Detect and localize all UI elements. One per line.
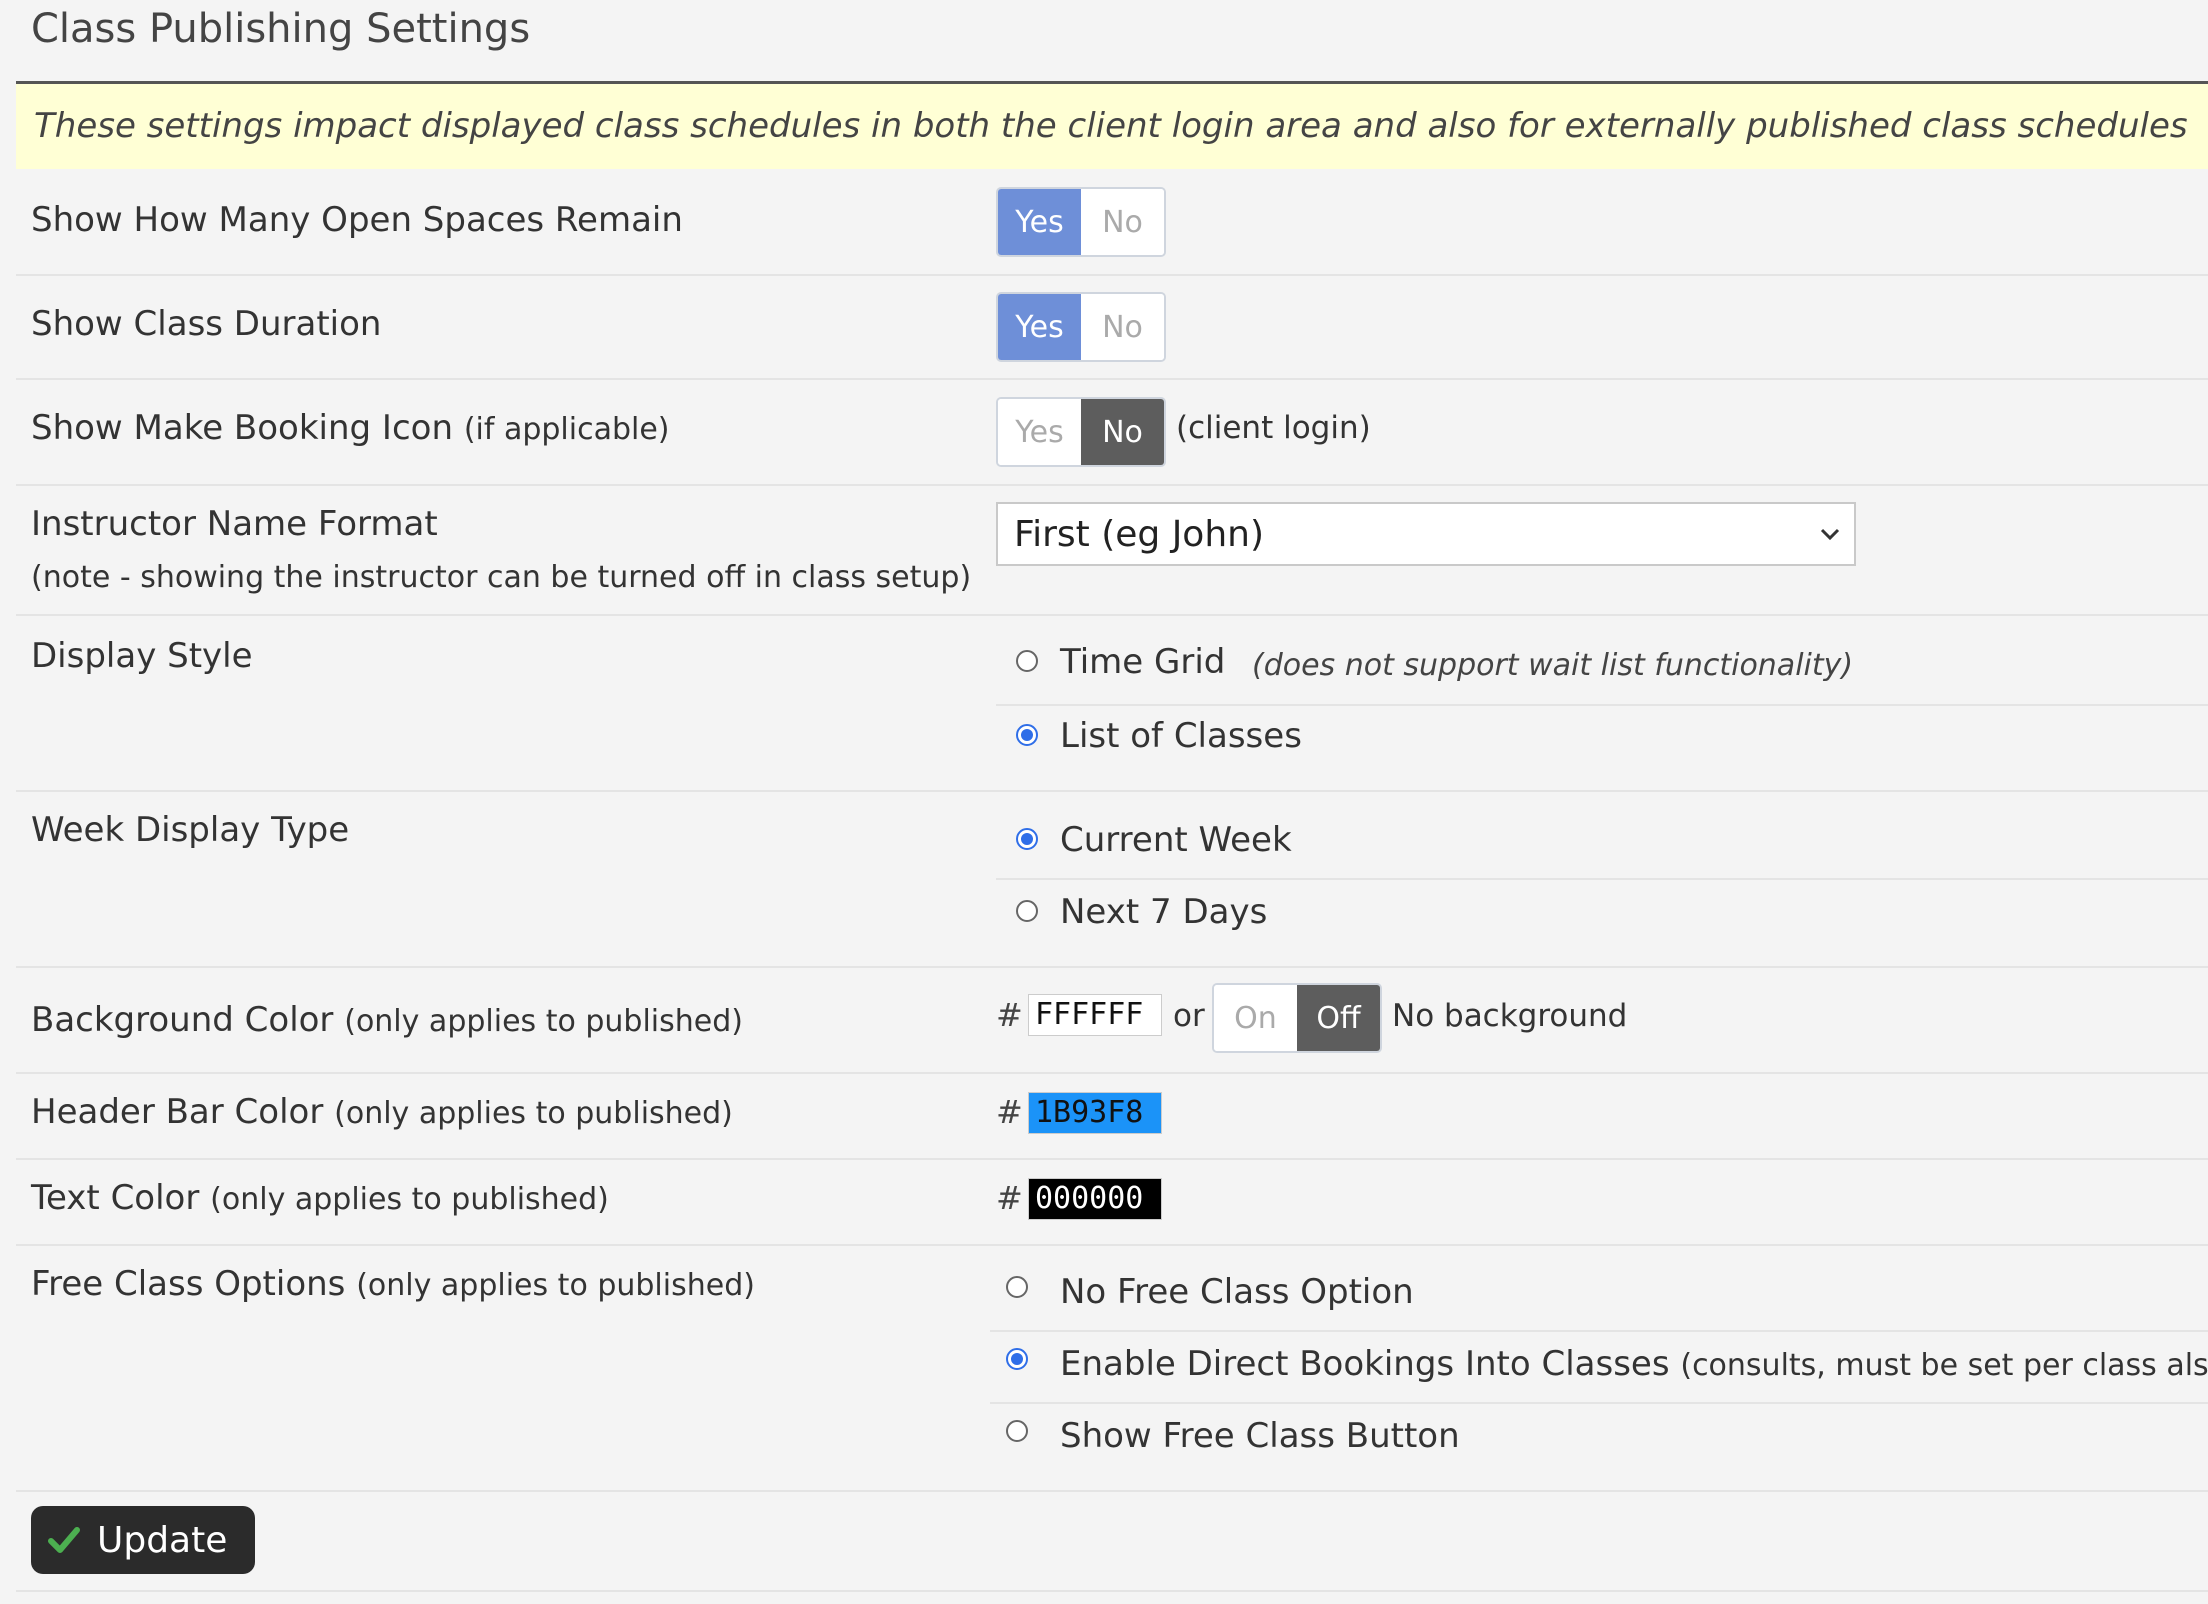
- display-style-option-time-grid[interactable]: Time Grid (does not support wait list fu…: [996, 632, 2208, 706]
- instructor-format-label: Instructor Name Format: [31, 504, 438, 544]
- header-bar-color-input[interactable]: 1B93F8: [1028, 1092, 1162, 1134]
- background-color-or: or: [1173, 998, 1205, 1034]
- header-bar-color-label: Header Bar Color (only applies to publis…: [31, 1092, 733, 1132]
- open-spaces-no-option[interactable]: No: [1081, 189, 1164, 255]
- text-color-hash: #: [996, 1179, 1023, 1217]
- week-display-option-next7[interactable]: Next 7 Days: [996, 878, 2208, 950]
- background-color-input[interactable]: FFFFFF: [1028, 994, 1162, 1036]
- text-color-input[interactable]: 000000: [1028, 1178, 1162, 1220]
- background-on-option[interactable]: On: [1214, 985, 1297, 1051]
- settings-notice: These settings impact displayed class sc…: [16, 84, 2208, 169]
- direct-bookings-label-sub: (consults, must be set per class also): [1680, 1348, 2208, 1383]
- no-free-class-radio[interactable]: [1006, 1276, 1028, 1298]
- direct-bookings-label-main: Enable Direct Bookings Into Classes: [1060, 1344, 1670, 1384]
- instructor-format-selected: First (eg John): [1014, 514, 1265, 555]
- booking-icon-toggle: Yes No: [996, 397, 1166, 467]
- background-suffix: No background: [1392, 998, 1628, 1034]
- display-style-option-list[interactable]: List of Classes: [996, 704, 2208, 776]
- next-7-days-label: Next 7 Days: [1060, 892, 1268, 932]
- update-button-label: Update: [97, 1519, 228, 1561]
- class-duration-label: Show Class Duration: [31, 304, 382, 344]
- direct-bookings-label: Enable Direct Bookings Into Classes (con…: [1060, 1344, 2208, 1384]
- week-display-option-current[interactable]: Current Week: [996, 806, 2208, 880]
- bottom-divider: [16, 1590, 2208, 1592]
- free-class-option-none[interactable]: No Free Class Option: [990, 1258, 2208, 1332]
- time-grid-note: (does not support wait list functionalit…: [1252, 648, 1854, 683]
- class-duration-yes-option[interactable]: Yes: [998, 294, 1081, 360]
- background-color-label: Background Color (only applies to publis…: [31, 1000, 743, 1040]
- direct-bookings-radio[interactable]: [1006, 1348, 1028, 1370]
- current-week-label: Current Week: [1060, 820, 1292, 860]
- time-grid-label: Time Grid: [1060, 642, 1226, 682]
- open-spaces-toggle: Yes No: [996, 187, 1166, 257]
- background-color-label-sub: (only applies to published): [344, 1004, 743, 1039]
- open-spaces-yes-option[interactable]: Yes: [998, 189, 1081, 255]
- list-of-classes-label: List of Classes: [1060, 716, 1302, 756]
- booking-icon-suffix: (client login): [1176, 410, 1371, 446]
- background-color-label-main: Background Color: [31, 1000, 334, 1040]
- no-free-class-label: No Free Class Option: [1060, 1272, 1414, 1312]
- header-bar-color-label-sub: (only applies to published): [334, 1096, 733, 1131]
- background-toggle: On Off: [1212, 983, 1382, 1053]
- header-bar-color-hash: #: [996, 1093, 1023, 1131]
- free-class-label-main: Free Class Options: [31, 1264, 346, 1304]
- background-off-option[interactable]: Off: [1297, 985, 1380, 1051]
- display-style-label: Display Style: [31, 636, 253, 676]
- list-of-classes-radio[interactable]: [1016, 724, 1038, 746]
- free-class-button-radio[interactable]: [1006, 1420, 1028, 1442]
- open-spaces-label: Show How Many Open Spaces Remain: [31, 200, 683, 240]
- free-class-option-button[interactable]: Show Free Class Button: [990, 1402, 2208, 1474]
- free-class-option-direct[interactable]: Enable Direct Bookings Into Classes (con…: [990, 1330, 2208, 1404]
- class-duration-no-option[interactable]: No: [1081, 294, 1164, 360]
- free-class-button-label: Show Free Class Button: [1060, 1416, 1460, 1456]
- instructor-format-select[interactable]: First (eg John): [996, 502, 1856, 566]
- chevron-down-icon: [1816, 516, 1844, 556]
- time-grid-radio[interactable]: [1016, 650, 1038, 672]
- page-title: Class Publishing Settings: [31, 6, 531, 52]
- booking-icon-label-sub: (if applicable): [463, 412, 670, 447]
- background-color-hash: #: [996, 996, 1023, 1034]
- booking-icon-no-option[interactable]: No: [1081, 399, 1164, 465]
- text-color-label-main: Text Color: [31, 1178, 200, 1218]
- free-class-label: Free Class Options (only applies to publ…: [31, 1264, 755, 1304]
- text-color-label: Text Color (only applies to published): [31, 1178, 609, 1218]
- header-bar-color-label-main: Header Bar Color: [31, 1092, 324, 1132]
- class-duration-toggle: Yes No: [996, 292, 1166, 362]
- text-color-label-sub: (only applies to published): [210, 1182, 609, 1217]
- class-publishing-settings-page: Class Publishing Settings These settings…: [0, 0, 2208, 1604]
- booking-icon-label: Show Make Booking Icon (if applicable): [31, 408, 670, 448]
- week-display-label: Week Display Type: [31, 810, 350, 850]
- free-class-label-sub: (only applies to published): [356, 1268, 755, 1303]
- next-7-days-radio[interactable]: [1016, 900, 1038, 922]
- checkmark-icon: [48, 1527, 80, 1553]
- booking-icon-yes-option[interactable]: Yes: [998, 399, 1081, 465]
- update-button[interactable]: Update: [31, 1506, 255, 1574]
- current-week-radio[interactable]: [1016, 828, 1038, 850]
- booking-icon-label-main: Show Make Booking Icon: [31, 408, 453, 448]
- instructor-format-note: (note - showing the instructor can be tu…: [31, 560, 972, 595]
